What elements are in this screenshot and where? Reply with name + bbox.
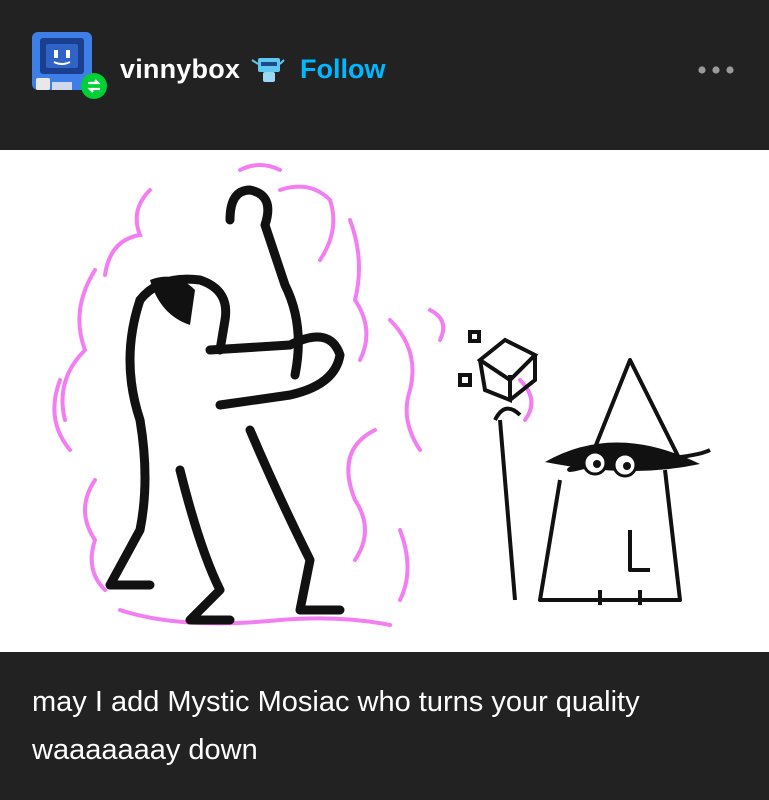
post-caption: may I add Mystic Mosiac who turns your q… [32, 686, 640, 766]
follow-button[interactable]: Follow [300, 54, 385, 85]
ellipsis-icon[interactable] [696, 60, 736, 80]
post-header: vinnybox Follow [0, 0, 769, 150]
post-image [0, 150, 769, 652]
reblog-icon [81, 73, 107, 99]
robot-badge-icon [251, 58, 285, 82]
avatar[interactable] [32, 32, 110, 102]
username[interactable]: vinnybox [120, 54, 240, 85]
